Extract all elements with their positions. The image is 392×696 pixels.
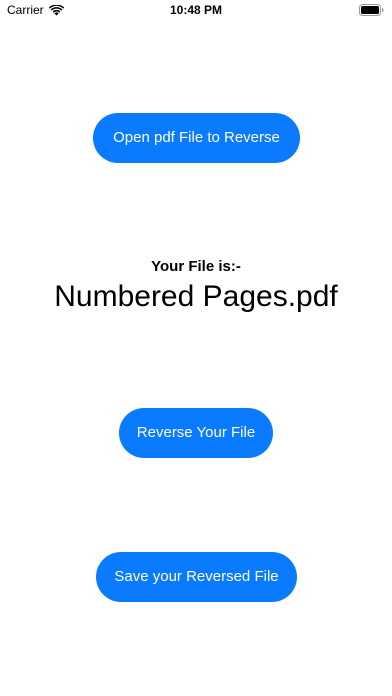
file-label: Your File is:- <box>151 258 241 275</box>
status-time: 10:48 PM <box>169 3 223 17</box>
reverse-file-button[interactable]: Reverse Your File <box>119 408 273 458</box>
open-pdf-button[interactable]: Open pdf File to Reverse <box>93 113 300 163</box>
file-name: Numbered Pages.pdf <box>54 280 338 313</box>
status-bar: Carrier 10:48 PM <box>0 0 392 22</box>
battery-icon <box>359 4 384 16</box>
save-reversed-file-button[interactable]: Save your Reversed File <box>96 552 297 602</box>
